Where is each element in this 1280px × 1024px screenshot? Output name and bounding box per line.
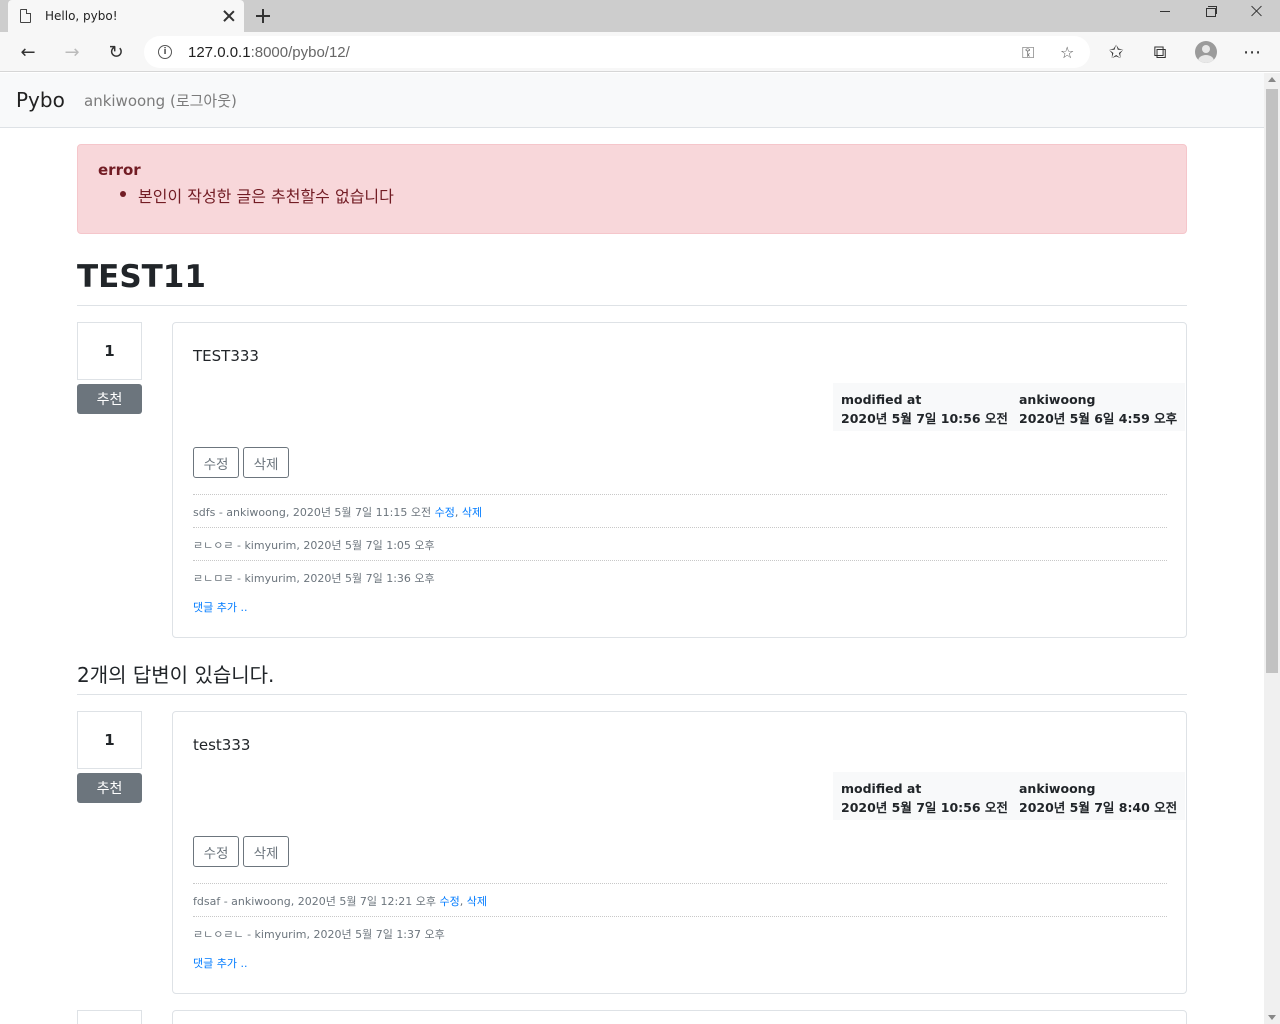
- browser-toolbar: ← → ↻ i 127.0.0.1:8000/pybo/12/ ⚿ ☆ ✩ ⧉ …: [0, 32, 1280, 72]
- back-icon[interactable]: ←: [12, 36, 44, 68]
- browser-tab[interactable]: Hello, pybo!: [8, 0, 244, 32]
- answer-vote-count: 1: [77, 711, 142, 769]
- modified-badge: modified at 2020년 5월 7일 10:56 오전: [833, 772, 1016, 820]
- refresh-icon[interactable]: ↻: [100, 36, 132, 68]
- avatar: [1195, 41, 1217, 63]
- answer-delete-button[interactable]: 삭제: [243, 836, 289, 867]
- modified-badge: modified at 2020년 5월 7일 10:56 오전: [833, 383, 1016, 431]
- new-tab-icon[interactable]: [254, 7, 272, 25]
- key-icon[interactable]: ⚿: [1022, 43, 1034, 63]
- comment-separator: ,: [454, 506, 462, 519]
- question-vote-count: 1: [77, 322, 142, 380]
- created-date: 2020년 5월 6일 4:59 오후: [1019, 411, 1178, 426]
- comment-text: sdfs - ankiwoong, 2020년 5월 7일 11:15 오전: [193, 506, 435, 519]
- alert-message: 본인이 작성한 글은 추천할수 없습니다: [138, 187, 394, 206]
- answer-card: [172, 1010, 1187, 1024]
- answer-recommend-button[interactable]: 추천: [77, 773, 142, 803]
- comment-text: fdsaf - ankiwoong, 2020년 5월 7일 12:21 오후: [193, 895, 440, 908]
- modified-label: modified at: [841, 392, 922, 407]
- bullet-icon: [120, 191, 126, 197]
- scroll-up-icon[interactable]: [1268, 77, 1276, 82]
- question-title: TEST11: [77, 259, 206, 295]
- close-window-icon[interactable]: [1234, 0, 1280, 32]
- comment-item: ㄹㄴㅇㄹ - kimyurim, 2020년 5월 7일 1:05 오후: [193, 527, 1167, 560]
- url-host: 127.0.0.1: [188, 43, 251, 61]
- author-badge: ankiwoong 2020년 5월 6일 4:59 오후: [1011, 383, 1186, 431]
- comment-edit-link[interactable]: 수정: [439, 895, 459, 908]
- logout-link[interactable]: ankiwoong (로그아웃): [84, 90, 237, 111]
- comment-item: fdsaf - ankiwoong, 2020년 5월 7일 12:21 오후 …: [193, 883, 1167, 916]
- author-name: ankiwoong: [1019, 781, 1096, 796]
- question-recommend-button[interactable]: 추천: [77, 384, 142, 414]
- modified-date: 2020년 5월 7일 10:56 오전: [841, 411, 1008, 426]
- comment-item: sdfs - ankiwoong, 2020년 5월 7일 11:15 오전 수…: [193, 494, 1167, 527]
- alert-title: error: [98, 161, 141, 179]
- page-viewport: Pybo ankiwoong (로그아웃) error 본인이 작성한 글은 추…: [0, 73, 1264, 1024]
- question-edit-button[interactable]: 수정: [193, 447, 239, 478]
- more-menu-icon[interactable]: ⋯: [1236, 36, 1268, 68]
- error-alert: error 본인이 작성한 글은 추천할수 없습니다: [77, 144, 1187, 234]
- site-info-icon[interactable]: i: [158, 45, 172, 59]
- answer-vote-count: [77, 1010, 142, 1024]
- modified-label: modified at: [841, 781, 922, 796]
- comment-text: ㄹㄴㅇㄹㄴ - kimyurim, 2020년 5월 7일 1:37 오후: [193, 928, 445, 941]
- divider: [77, 305, 1187, 306]
- comment-text: ㄹㄴㅁㄹ - kimyurim, 2020년 5월 7일 1:36 오후: [193, 572, 435, 585]
- question-delete-button[interactable]: 삭제: [243, 447, 289, 478]
- comment-separator: ,: [459, 895, 467, 908]
- close-tab-icon[interactable]: [222, 9, 236, 23]
- comment-delete-link[interactable]: 삭제: [467, 895, 487, 908]
- browser-tab-bar: Hello, pybo!: [0, 0, 1280, 32]
- address-bar[interactable]: i 127.0.0.1:8000/pybo/12/ ⚿ ☆: [144, 36, 1090, 68]
- brand-link[interactable]: Pybo: [16, 88, 65, 112]
- navbar: Pybo ankiwoong (로그아웃): [0, 73, 1264, 128]
- add-comment-link[interactable]: 댓글 추가 ..: [193, 599, 247, 615]
- author-badge: ankiwoong 2020년 5월 7일 8:40 오전: [1011, 772, 1186, 820]
- comment-item: ㄹㄴㅁㄹ - kimyurim, 2020년 5월 7일 1:36 오후: [193, 560, 1167, 593]
- profile-icon[interactable]: [1190, 36, 1222, 68]
- divider: [77, 694, 1187, 695]
- favorites-list-icon[interactable]: ✩: [1100, 36, 1132, 68]
- answer-content: test333: [193, 736, 251, 754]
- collections-icon[interactable]: ⧉: [1144, 36, 1176, 68]
- question-content: TEST333: [193, 347, 259, 365]
- question-card: TEST333 modified at 2020년 5월 7일 10:56 오전…: [172, 322, 1187, 638]
- minimize-window-icon[interactable]: [1142, 0, 1188, 32]
- scroll-down-icon[interactable]: [1268, 1015, 1276, 1020]
- favorite-star-icon[interactable]: ☆: [1060, 43, 1074, 62]
- scrollbar-thumb[interactable]: [1266, 89, 1278, 673]
- forward-icon[interactable]: →: [56, 36, 88, 68]
- page-icon: [20, 9, 31, 23]
- url-path: :8000/pybo/12/: [250, 43, 350, 61]
- comment-delete-link[interactable]: 삭제: [462, 506, 482, 519]
- page-scrollbar[interactable]: [1264, 73, 1280, 1024]
- created-date: 2020년 5월 7일 8:40 오전: [1019, 800, 1178, 815]
- comment-text: ㄹㄴㅇㄹ - kimyurim, 2020년 5월 7일 1:05 오후: [193, 539, 435, 552]
- comment-edit-link[interactable]: 수정: [435, 506, 455, 519]
- comment-item: ㄹㄴㅇㄹㄴ - kimyurim, 2020년 5월 7일 1:37 오후: [193, 916, 1167, 949]
- answer-card: test333 modified at 2020년 5월 7일 10:56 오전…: [172, 711, 1187, 994]
- answer-count: 2개의 답변이 있습니다.: [77, 663, 275, 687]
- url-text: 127.0.0.1:8000/pybo/12/: [188, 44, 350, 61]
- restore-window-icon[interactable]: [1188, 0, 1234, 32]
- tab-title: Hello, pybo!: [45, 9, 118, 23]
- modified-date: 2020년 5월 7일 10:56 오전: [841, 800, 1008, 815]
- answer-edit-button[interactable]: 수정: [193, 836, 239, 867]
- author-name: ankiwoong: [1019, 392, 1096, 407]
- add-comment-link[interactable]: 댓글 추가 ..: [193, 955, 247, 971]
